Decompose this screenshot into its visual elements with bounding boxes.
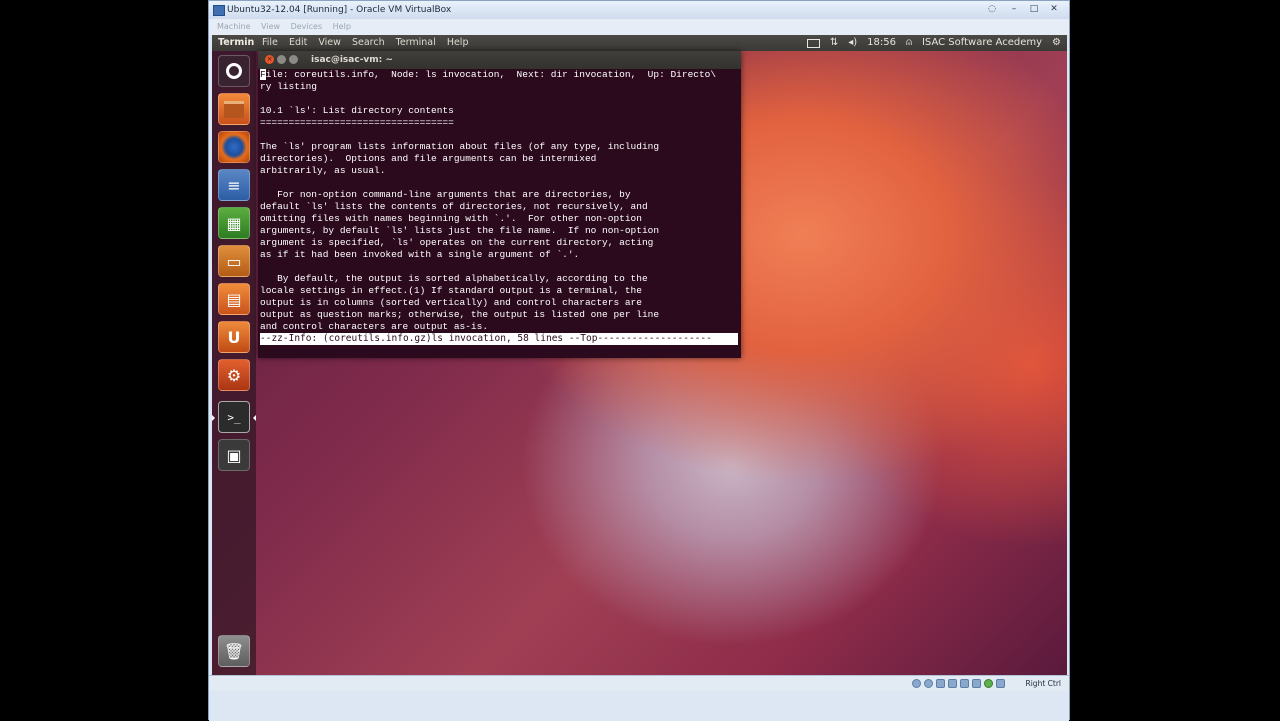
menu-devices[interactable]: Devices xyxy=(291,19,323,35)
hdd-icon[interactable] xyxy=(912,679,921,688)
close-button[interactable]: ✕ xyxy=(1047,3,1061,15)
active-app-title: Termin xyxy=(218,37,255,48)
app-menu: File Edit View Search Terminal Help xyxy=(262,35,476,51)
info-status-line: --zz-Info: (coreutils.info.gz)ls invocat… xyxy=(260,333,738,345)
virtualbox-titlebar[interactable]: Ubuntu32-12.04 [Running] - Oracle VM Vir… xyxy=(209,1,1069,19)
home-folder-icon[interactable] xyxy=(218,93,250,125)
menu-edit[interactable]: Edit xyxy=(289,37,307,48)
menu-view[interactable]: View xyxy=(318,37,341,48)
virtualbox-statusbar: Right Ctrl xyxy=(209,675,1069,691)
network-icon[interactable]: ⇅ xyxy=(830,35,838,51)
system-settings-icon[interactable]: ⚙ xyxy=(218,359,250,391)
minimize-button[interactable]: – xyxy=(1007,3,1021,15)
ubuntu-software-center-icon[interactable]: ▤ xyxy=(218,283,250,315)
minimize-button[interactable] xyxy=(277,55,286,64)
virtualbox-window: Ubuntu32-12.04 [Running] - Oracle VM Vir… xyxy=(208,0,1070,721)
info-header-line: ile: coreutils.info, Node: ls invocation… xyxy=(265,69,717,80)
menu-help[interactable]: Help xyxy=(333,19,351,35)
maximize-button[interactable]: □ xyxy=(1027,3,1041,15)
session-gear-icon[interactable]: ⚙ xyxy=(1052,35,1061,51)
focused-indicator-icon xyxy=(253,415,256,421)
libreoffice-calc-icon[interactable]: ▦ xyxy=(218,207,250,239)
libreoffice-impress-icon[interactable]: ▭ xyxy=(218,245,250,277)
info-body-text: ry listing 10.1 `ls': List directory con… xyxy=(260,81,660,332)
window-title: Ubuntu32-12.04 [Running] - Oracle VM Vir… xyxy=(227,5,452,15)
optical-drive-icon[interactable] xyxy=(924,679,933,688)
dash-home-icon[interactable] xyxy=(218,55,250,87)
trash-icon[interactable]: 🗑 xyxy=(218,635,250,667)
terminal-icon[interactable]: >_ xyxy=(218,401,250,433)
maximize-button[interactable] xyxy=(289,55,298,64)
unity-launcher: ≡ ▦ ▭ ▤ U ⚙ >_ ▣ 🗑 xyxy=(212,51,256,675)
libreoffice-writer-icon[interactable]: ≡ xyxy=(218,169,250,201)
volume-icon[interactable]: ◂) xyxy=(848,35,857,51)
display-icon[interactable] xyxy=(972,679,981,688)
menu-search[interactable]: Search xyxy=(352,37,385,48)
menu-help[interactable]: Help xyxy=(447,37,469,48)
virtualbox-app-icon xyxy=(213,5,225,16)
window-bottom-frame xyxy=(209,691,1069,721)
menu-file[interactable]: File xyxy=(262,37,278,48)
capture-indicator-icon[interactable] xyxy=(984,679,993,688)
close-button[interactable]: × xyxy=(265,55,274,64)
firefox-icon[interactable] xyxy=(218,131,250,163)
terminal-content[interactable]: File: coreutils.info, Node: ls invocatio… xyxy=(260,69,738,357)
workspace-switcher-icon[interactable]: ▣ xyxy=(218,439,250,471)
usb-icon[interactable] xyxy=(936,679,945,688)
virtualbox-menubar: Machine View Devices Help xyxy=(209,19,1069,35)
unity-top-panel: Termin File Edit View Search Terminal He… xyxy=(212,35,1067,51)
host-key-label: Right Ctrl xyxy=(1025,679,1061,688)
terminal-window[interactable]: × isac@isac-vm: ~ File: coreutils.info, … xyxy=(258,51,741,358)
indicator-area: ⇅ ◂) 18:56 ⍝ ISAC Software Acedemy ⚙ xyxy=(806,35,1061,51)
running-indicator-icon xyxy=(212,415,215,421)
mail-icon[interactable] xyxy=(806,38,820,48)
menu-machine[interactable]: Machine xyxy=(217,19,251,35)
shared-folders-icon[interactable] xyxy=(960,679,969,688)
menu-terminal[interactable]: Terminal xyxy=(396,37,436,48)
guest-desktop[interactable]: Termin File Edit View Search Terminal He… xyxy=(212,35,1067,675)
clock[interactable]: 18:56 xyxy=(867,35,896,51)
terminal-titlebar[interactable]: × isac@isac-vm: ~ xyxy=(258,51,741,69)
menu-view[interactable]: View xyxy=(261,19,280,35)
user-name[interactable]: ISAC Software Acedemy xyxy=(922,35,1042,51)
user-icon[interactable]: ⍝ xyxy=(906,35,912,51)
device-status-icons xyxy=(912,679,1005,688)
terminal-title: isac@isac-vm: ~ xyxy=(311,55,393,65)
mouse-integration-icon[interactable] xyxy=(996,679,1005,688)
ubuntu-one-glyph: U xyxy=(227,327,241,347)
network-adapter-icon[interactable] xyxy=(948,679,957,688)
busy-icon: ◌ xyxy=(988,4,996,14)
info-page-text: File: coreutils.info, Node: ls invocatio… xyxy=(260,69,738,333)
ubuntu-one-icon[interactable]: U xyxy=(218,321,250,353)
terminal-glyph: >_ xyxy=(227,410,241,424)
